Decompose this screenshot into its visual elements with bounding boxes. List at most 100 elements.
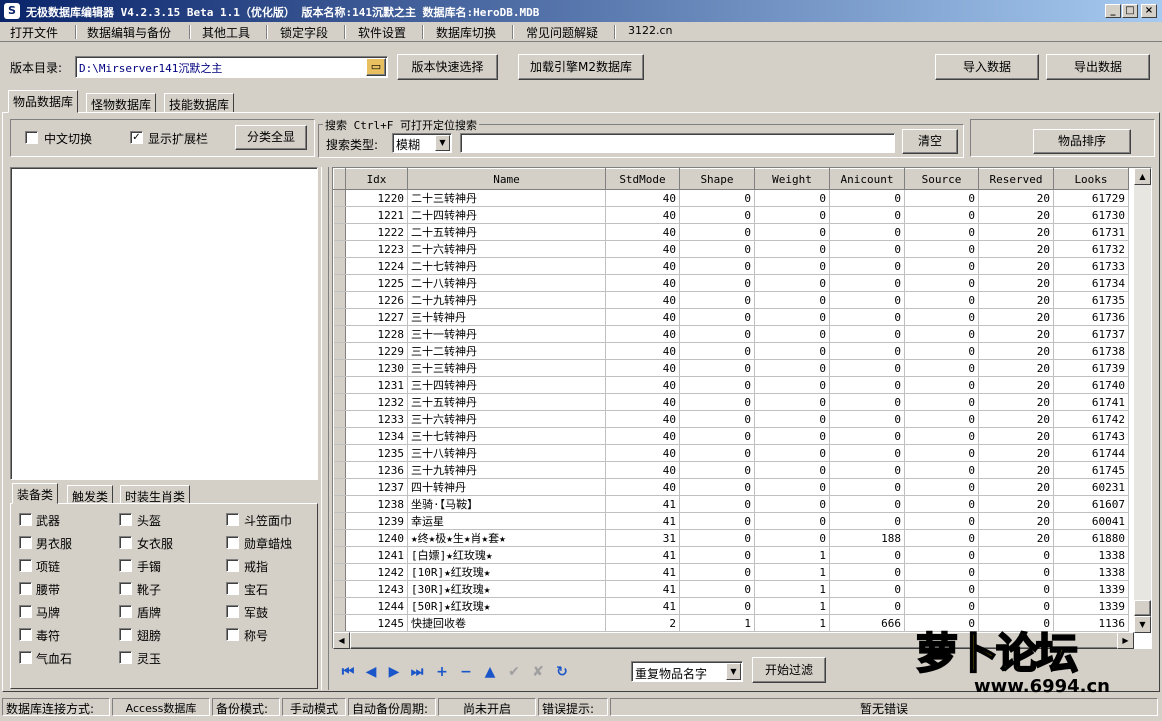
clear-button[interactable]: 清空 bbox=[902, 129, 958, 154]
table-cell-name[interactable]: 二十六转神丹 bbox=[407, 240, 606, 258]
table-cell-stdmode[interactable]: 40 bbox=[605, 291, 680, 309]
start-filter-button[interactable]: 开始过滤 bbox=[752, 657, 826, 683]
table-row[interactable]: 1233 三十六转神丹 40 0 0 0 0 20 61742 bbox=[333, 410, 1129, 428]
table-cell-stdmode[interactable]: 41 bbox=[605, 563, 680, 581]
table-cell-weight[interactable]: 0 bbox=[754, 495, 830, 513]
table-cell-reserved[interactable]: 20 bbox=[978, 325, 1054, 343]
table-cell-idx[interactable]: 1241 bbox=[345, 546, 408, 564]
menu-site-link[interactable]: 3122.cn bbox=[628, 24, 673, 37]
table-cell-stdmode[interactable]: 41 bbox=[605, 495, 680, 513]
load-m2-button[interactable]: 加载引擎M2数据库 bbox=[518, 54, 644, 80]
table-cell-shape[interactable]: 0 bbox=[679, 512, 755, 530]
table-cell-shape[interactable]: 0 bbox=[679, 461, 755, 479]
table-cell-source[interactable]: 0 bbox=[904, 393, 979, 411]
table-cell-idx[interactable]: 1233 bbox=[345, 410, 408, 428]
scroll-thumb[interactable] bbox=[1134, 600, 1151, 616]
row-indicator[interactable] bbox=[333, 410, 346, 428]
table-cell-shape[interactable]: 0 bbox=[679, 223, 755, 241]
table-cell-anicount[interactable]: 0 bbox=[829, 597, 905, 615]
tab-monsters[interactable]: 怪物数据库 bbox=[86, 93, 157, 113]
table-row[interactable]: 1225 二十八转神丹 40 0 0 0 0 20 61734 bbox=[333, 274, 1129, 292]
category-checkbox[interactable] bbox=[19, 582, 32, 595]
category-checkbox[interactable] bbox=[119, 536, 132, 549]
table-cell-looks[interactable]: 61739 bbox=[1053, 359, 1129, 377]
table-cell-shape[interactable]: 1 bbox=[679, 614, 755, 632]
table-cell-shape[interactable]: 0 bbox=[679, 563, 755, 581]
row-indicator[interactable] bbox=[333, 427, 346, 445]
table-cell-name[interactable]: [10R]★红玫瑰★ bbox=[407, 563, 606, 581]
table-cell-name[interactable]: 三十九转神丹 bbox=[407, 461, 606, 479]
row-indicator[interactable] bbox=[333, 461, 346, 479]
table-cell-shape[interactable]: 0 bbox=[679, 546, 755, 564]
table-cell-idx[interactable]: 1240 bbox=[345, 529, 408, 547]
table-cell-looks[interactable]: 1339 bbox=[1053, 580, 1129, 598]
table-cell-source[interactable]: 0 bbox=[904, 478, 979, 496]
table-row[interactable]: 1223 二十六转神丹 40 0 0 0 0 20 61732 bbox=[333, 240, 1129, 258]
table-cell-weight[interactable]: 0 bbox=[754, 512, 830, 530]
column-header-weight[interactable]: Weight bbox=[754, 168, 830, 190]
table-cell-weight[interactable]: 0 bbox=[754, 257, 830, 275]
table-cell-looks[interactable]: 60231 bbox=[1053, 478, 1129, 496]
menu-open-file[interactable]: 打开文件 bbox=[10, 24, 58, 41]
table-cell-idx[interactable]: 1220 bbox=[345, 189, 408, 207]
table-cell-looks[interactable]: 61735 bbox=[1053, 291, 1129, 309]
table-cell-idx[interactable]: 1224 bbox=[345, 257, 408, 275]
table-cell-source[interactable]: 0 bbox=[904, 376, 979, 394]
table-cell-shape[interactable]: 0 bbox=[679, 410, 755, 428]
table-cell-anicount[interactable]: 0 bbox=[829, 206, 905, 224]
row-indicator[interactable] bbox=[333, 257, 346, 275]
table-cell-reserved[interactable]: 20 bbox=[978, 393, 1054, 411]
table-cell-stdmode[interactable]: 40 bbox=[605, 478, 680, 496]
table-cell-name[interactable]: 二十四转神丹 bbox=[407, 206, 606, 224]
row-indicator[interactable] bbox=[333, 495, 346, 513]
table-cell-stdmode[interactable]: 40 bbox=[605, 189, 680, 207]
tab-equipment[interactable]: 装备类 bbox=[12, 483, 59, 504]
table-cell-reserved[interactable]: 20 bbox=[978, 223, 1054, 241]
column-header-name[interactable]: Name bbox=[407, 168, 606, 190]
row-indicator[interactable] bbox=[333, 478, 346, 496]
table-cell-stdmode[interactable]: 40 bbox=[605, 274, 680, 292]
maximize-button[interactable]: □ bbox=[1122, 4, 1138, 18]
table-cell-weight[interactable]: 0 bbox=[754, 461, 830, 479]
table-cell-reserved[interactable]: 0 bbox=[978, 546, 1054, 564]
table-cell-weight[interactable]: 0 bbox=[754, 444, 830, 462]
row-indicator[interactable] bbox=[333, 240, 346, 258]
table-cell-shape[interactable]: 0 bbox=[679, 342, 755, 360]
row-indicator[interactable] bbox=[333, 529, 346, 547]
table-cell-reserved[interactable]: 20 bbox=[978, 529, 1054, 547]
delete-record-icon[interactable]: − bbox=[456, 663, 476, 681]
row-indicator[interactable] bbox=[333, 359, 346, 377]
edit-record-icon[interactable]: ▲ bbox=[480, 663, 500, 681]
table-cell-name[interactable]: 二十七转神丹 bbox=[407, 257, 606, 275]
tab-items[interactable]: 物品数据库 bbox=[8, 90, 79, 113]
table-cell-name[interactable]: 三十七转神丹 bbox=[407, 427, 606, 445]
table-cell-anicount[interactable]: 0 bbox=[829, 240, 905, 258]
chevron-down-icon[interactable]: ▼ bbox=[726, 663, 741, 680]
table-cell-source[interactable]: 0 bbox=[904, 257, 979, 275]
table-cell-weight[interactable]: 1 bbox=[754, 546, 830, 564]
table-cell-idx[interactable]: 1234 bbox=[345, 427, 408, 445]
table-cell-looks[interactable]: 61736 bbox=[1053, 308, 1129, 326]
category-checkbox[interactable] bbox=[19, 628, 32, 641]
row-indicator[interactable] bbox=[333, 546, 346, 564]
table-cell-idx[interactable]: 1237 bbox=[345, 478, 408, 496]
table-cell-source[interactable]: 0 bbox=[904, 580, 979, 598]
table-row[interactable]: 1235 三十八转神丹 40 0 0 0 0 20 61744 bbox=[333, 444, 1129, 462]
table-cell-reserved[interactable]: 20 bbox=[978, 206, 1054, 224]
table-cell-anicount[interactable]: 0 bbox=[829, 359, 905, 377]
row-indicator[interactable] bbox=[333, 376, 346, 394]
table-row[interactable]: 1222 二十五转神丹 40 0 0 0 0 20 61731 bbox=[333, 223, 1129, 241]
category-checkbox[interactable] bbox=[226, 513, 239, 526]
table-cell-looks[interactable]: 61738 bbox=[1053, 342, 1129, 360]
table-row[interactable]: 1228 三十一转神丹 40 0 0 0 0 20 61737 bbox=[333, 325, 1129, 343]
table-cell-anicount[interactable]: 0 bbox=[829, 274, 905, 292]
first-record-icon[interactable]: ⏮ bbox=[338, 663, 358, 681]
category-checkbox[interactable] bbox=[119, 513, 132, 526]
table-cell-source[interactable]: 0 bbox=[904, 444, 979, 462]
table-cell-stdmode[interactable]: 40 bbox=[605, 410, 680, 428]
table-cell-source[interactable]: 0 bbox=[904, 512, 979, 530]
table-cell-source[interactable]: 0 bbox=[904, 240, 979, 258]
post-edit-icon[interactable]: ✔ bbox=[504, 663, 524, 681]
table-cell-anicount[interactable]: 0 bbox=[829, 512, 905, 530]
table-cell-idx[interactable]: 1244 bbox=[345, 597, 408, 615]
